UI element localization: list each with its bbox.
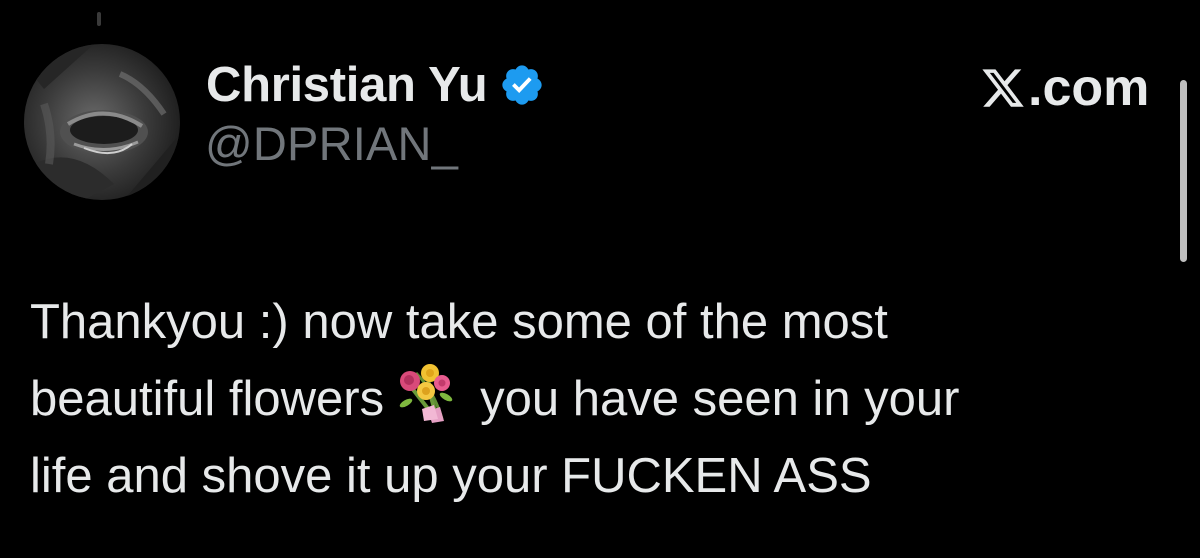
x-com-brand: .com: [980, 58, 1149, 118]
verified-badge-icon: [499, 62, 545, 108]
tweet-line-3: life and shove it up your FUCKEN ASS: [30, 449, 872, 503]
tweet-body: Thankyou :) now take some of the most be…: [30, 284, 1170, 515]
bouquet-emoji-icon: [394, 361, 460, 427]
scrollbar-thumb[interactable]: [1180, 80, 1187, 262]
author-name-row: Christian Yu: [206, 56, 545, 114]
author-display-name[interactable]: Christian Yu: [206, 57, 488, 113]
brand-domain-text: .com: [1028, 59, 1150, 117]
tweet-line-2-start: beautiful flowers: [30, 372, 385, 426]
tweet-line-2: beautiful flowers you have seen in your: [30, 361, 1170, 438]
top-edge-mark: [97, 12, 101, 26]
x-logo-icon: [980, 65, 1026, 111]
tweet-line-2-end: you have seen in your: [480, 372, 960, 426]
tweet-line-1: Thankyou :) now take some of the most: [30, 295, 888, 349]
author-handle[interactable]: @DPRIAN_: [205, 116, 458, 171]
author-avatar[interactable]: [24, 44, 180, 200]
